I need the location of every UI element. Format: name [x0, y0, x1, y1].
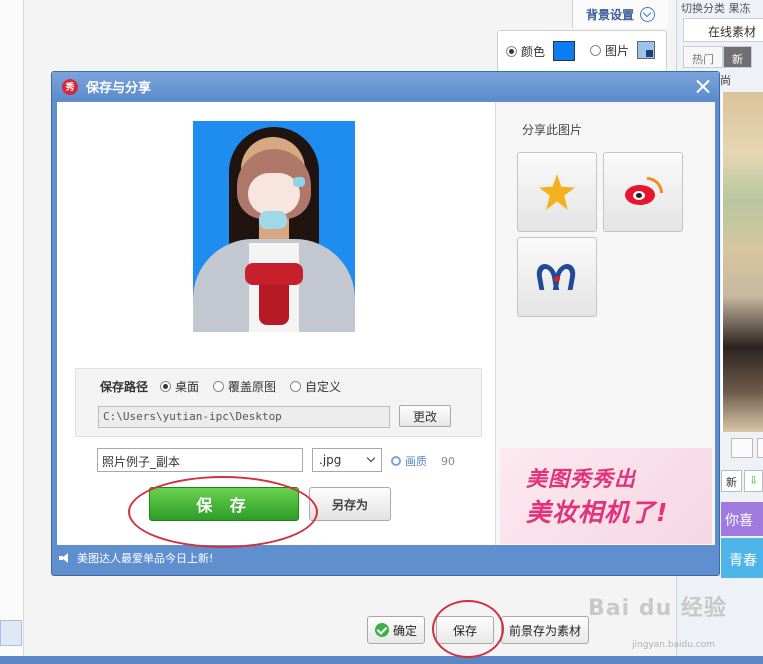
dialog-titlebar[interactable]: 秀 保存与分享 — [52, 72, 719, 101]
cartoon-sticker-ribbon — [293, 177, 305, 187]
app-logo-icon: 秀 — [62, 78, 78, 95]
category-switch[interactable]: 切换分类 果冻 — [681, 0, 751, 16]
save-path-group: 保存路径 桌面 覆盖原图 自定义 C:\Users\yutian-ipc\Des… — [75, 368, 482, 437]
left-panel-button[interactable] — [0, 620, 22, 646]
photo-tie — [259, 281, 289, 325]
promo-banner-purple[interactable]: 你喜 — [721, 502, 763, 536]
dialog-content: 保存路径 桌面 覆盖原图 自定义 C:\Users\yutian-ipc\Des… — [57, 102, 715, 545]
check-icon — [374, 623, 389, 637]
change-path-button[interactable]: 更改 — [399, 405, 451, 427]
picture-picker-icon[interactable] — [637, 41, 656, 59]
share-qzone-button[interactable] — [517, 152, 597, 232]
option-overwrite[interactable]: 覆盖原图 — [213, 378, 276, 395]
thumbnail-pager — [731, 438, 763, 458]
promo-ad-banner[interactable]: 美图秀秀出 美妆相机了! — [500, 448, 712, 544]
watermark-url: jingyan.baidu.com — [632, 640, 716, 650]
option-custom-label: 自定义 — [305, 380, 342, 394]
bg-settings-label: 背景设置 — [585, 7, 634, 22]
confirm-label: 确定 — [392, 623, 417, 638]
cartoon-sticker-collar — [259, 211, 287, 229]
material-actions: 新 ⇩ — [721, 470, 763, 492]
option-custom[interactable]: 自定义 — [290, 378, 341, 395]
material-thumbnails[interactable] — [721, 92, 763, 432]
option-overwrite-label: 覆盖原图 — [228, 380, 277, 394]
tab-hot[interactable]: 热门 — [683, 46, 723, 68]
close-icon[interactable] — [695, 78, 711, 94]
color-swatch[interactable] — [553, 41, 576, 61]
gear-icon[interactable] — [391, 456, 401, 466]
ad-line-1: 美图秀秀出 — [526, 467, 636, 491]
save-path-field[interactable]: C:\Users\yutian-ipc\Desktop — [98, 406, 390, 428]
confirm-button[interactable]: 确定 — [367, 616, 425, 644]
tab-online-materials[interactable]: 在线素材 — [683, 18, 763, 42]
save-as-button[interactable]: 另存为 — [309, 487, 391, 521]
status-text: 美图达人最爱单品今日上新! — [77, 552, 214, 565]
tab-new[interactable]: 新 — [723, 46, 752, 68]
qzone-icon — [539, 174, 575, 210]
category-value: 果冻 — [728, 2, 751, 15]
option-desktop[interactable]: 桌面 — [160, 378, 199, 395]
extension-select[interactable]: .jpg — [312, 448, 382, 472]
weibo-icon — [623, 177, 663, 207]
bg-color-label: 颜色 — [521, 44, 546, 59]
new-material-button[interactable]: 新 — [721, 470, 742, 492]
radio-checked-icon[interactable] — [160, 381, 172, 392]
save-foreground-button[interactable]: 前景存为素材 — [501, 616, 589, 644]
quality-label: 画质 — [405, 455, 427, 468]
share-renren-button[interactable] — [517, 237, 597, 317]
next-page-button[interactable] — [757, 438, 763, 458]
radio-checked-icon[interactable] — [506, 45, 517, 57]
chevron-down-icon[interactable] — [640, 6, 655, 22]
option-desktop-label: 桌面 — [175, 380, 200, 394]
save-path-options: 保存路径 桌面 覆盖原图 自定义 — [100, 378, 355, 395]
dialog-title: 保存与分享 — [86, 81, 152, 96]
quality-setting[interactable]: 画质 90 — [391, 453, 455, 469]
share-weibo-button[interactable] — [603, 152, 683, 232]
bg-type-selector: 颜色 图片 — [497, 30, 667, 72]
download-icon[interactable]: ⇩ — [744, 470, 763, 492]
quality-value: 90 — [441, 454, 455, 468]
prev-page-button[interactable] — [731, 438, 753, 458]
left-panel-strip — [0, 0, 24, 664]
share-pane: 分享此图片 美图秀秀出 美妆相机了! — [495, 102, 715, 545]
bottom-bar — [0, 656, 763, 664]
renren-icon — [534, 262, 579, 292]
status-bar[interactable]: 美图达人最爱单品今日上新! — [57, 545, 715, 571]
annotation-ring-bottom-save — [432, 600, 504, 658]
share-label: 分享此图片 — [522, 123, 583, 137]
speaker-icon — [59, 553, 71, 563]
save-pane: 保存路径 桌面 覆盖原图 自定义 C:\Users\yutian-ipc\Des… — [57, 102, 495, 545]
bg-settings-tab[interactable]: 背景设置 — [572, 0, 668, 28]
bg-picture-option[interactable]: 图片 — [590, 41, 656, 59]
category-label: 切换分类 — [681, 2, 725, 15]
radio-unchecked-icon[interactable] — [290, 381, 302, 392]
photo-preview — [193, 121, 355, 332]
ad-line-2: 美妆相机了! — [526, 498, 669, 527]
save-path-label: 保存路径 — [100, 380, 149, 394]
radio-unchecked-icon[interactable] — [590, 44, 601, 56]
bg-color-option[interactable]: 颜色 — [506, 41, 576, 61]
file-name-input[interactable]: 照片例子_副本 — [97, 448, 303, 472]
watermark: Bai du 经验 — [588, 596, 727, 621]
bg-picture-label: 图片 — [605, 43, 630, 58]
radio-unchecked-icon[interactable] — [213, 381, 225, 392]
promo-banner-blue[interactable]: 青春 — [721, 538, 763, 578]
material-subtabs: 热门 新 — [683, 46, 752, 68]
photo-bow — [245, 263, 303, 285]
annotation-ring-save — [128, 476, 318, 548]
